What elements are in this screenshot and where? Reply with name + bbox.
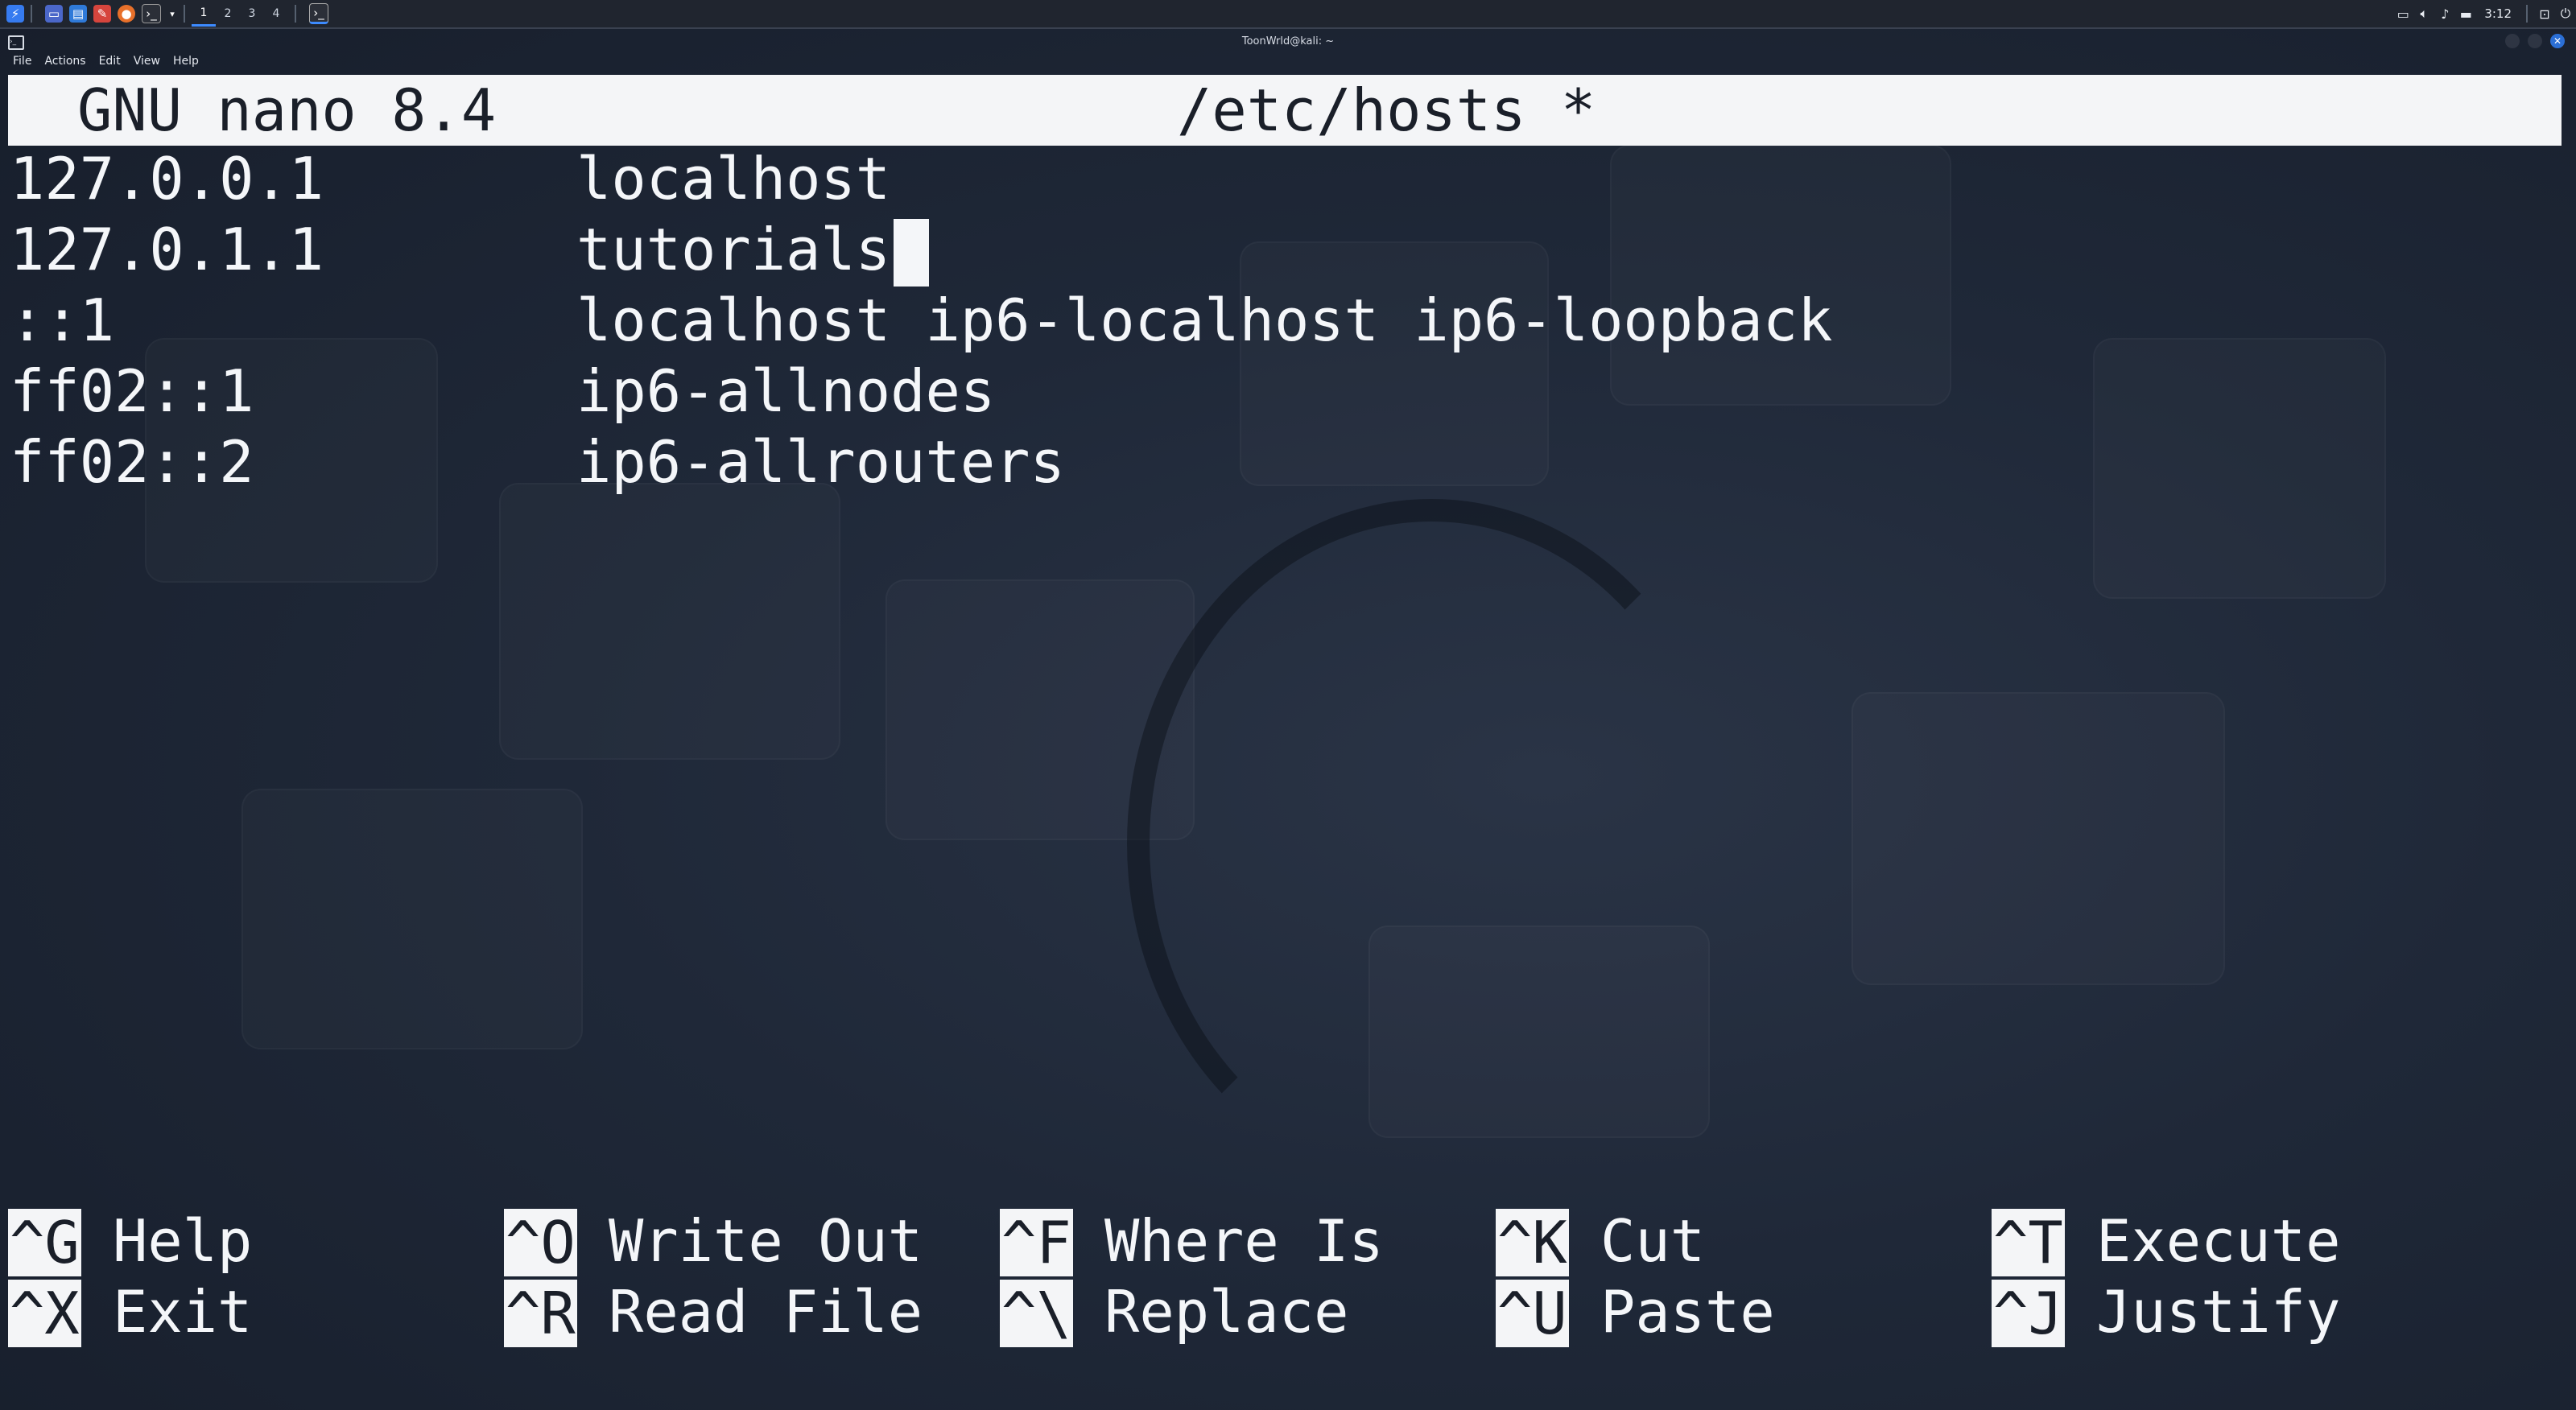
shortcut-label: Execute [2096,1207,2341,1275]
clock[interactable]: 3:12 [2484,6,2512,21]
terminal-window-icon: ›_ [8,35,24,50]
shortcut-key: ^O [504,1209,577,1276]
wallpaper-key [1852,692,2225,985]
panel-separator [2526,5,2528,23]
shortcut-label: Help [113,1207,253,1275]
power-icon[interactable]: ⏻︎ [2555,3,2576,24]
line-host: localhost ip6-localhost ip6-loopback [576,287,1833,354]
wallpaper-dragon-swirl [1127,499,1736,1188]
maximize-button[interactable] [2528,34,2542,48]
shortcut-key: ^G [8,1209,81,1276]
window-title: ToonWrld@kali: ~ [1241,35,1335,47]
menu-view[interactable]: View [134,55,160,68]
notification-bell-icon[interactable]: ♪ [2434,3,2455,24]
nano-version: GNU nano 8.4 [77,76,497,144]
shortcut-key: ^\ [1000,1280,1073,1347]
line-host: ip6-allrouters [576,428,1065,496]
shortcut-label: Replace [1104,1278,1349,1346]
close-icon[interactable]: ✕ [2550,34,2565,48]
firefox-icon[interactable]: ● [118,5,135,23]
volume-icon[interactable]: 🔈︎ [2413,3,2434,24]
taskbar-terminal-icon[interactable]: ›_ [309,3,328,24]
nano-file-title: /etc/hosts * [1177,76,1596,144]
shortcut-label: Paste [1600,1278,1775,1346]
shortcut-key: ^R [504,1280,577,1347]
shortcut-label: Exit [113,1278,253,1346]
workspace-3[interactable]: 3 [240,2,264,25]
menu-bar: File Actions Edit View Help [0,52,2576,71]
show-desktop-icon[interactable]: ▭ [45,5,63,23]
panel-separator [31,5,32,23]
window-titlebar[interactable]: ›_ ToonWrld@kali: ~ ✕ [0,29,2576,53]
menu-help[interactable]: Help [173,55,199,68]
text-cursor [894,219,929,287]
shortcut-label: Write Out [609,1207,923,1275]
line-ip: ::1 [10,287,115,354]
kali-dragon-icon[interactable]: ⚡ [6,5,24,23]
menu-file[interactable]: File [13,55,31,68]
terminal-icon[interactable]: ›_ [142,4,161,23]
line-ip: ff02::1 [10,357,254,425]
workspace-1[interactable]: 1 [192,2,216,27]
text-editor-icon[interactable]: ✎ [93,5,111,23]
wallpaper-key [1610,145,1951,406]
line-host: ip6-allnodes [576,357,996,425]
menu-edit[interactable]: Edit [99,55,121,68]
wallpaper-key [2093,338,2386,599]
shortcut-key: ^T [1992,1209,2065,1276]
wallpaper-key [242,789,583,1049]
line-ip: 127.0.1.1 [10,216,324,283]
panel-separator [295,5,296,23]
shortcut-key: ^U [1496,1280,1569,1347]
file-line[interactable]: ff02::2 ip6-allrouters [10,427,1065,710]
menu-actions[interactable]: Actions [44,55,85,68]
top-panel: ⚡ ▭ ▤ ✎ ● ›_ ▾ 1 2 3 4 ›_ ▭ 🔈︎ ♪ ▬ 3:12 … [0,0,2576,29]
lock-icon[interactable]: ⊡ [2534,3,2555,24]
line-host: tutorials [576,216,891,283]
wallpaper-key [1240,241,1549,486]
panel-separator [184,5,185,23]
battery-icon[interactable]: ▬ [2455,3,2476,24]
nano-title-bar: GNU nano 8.4 /etc/hosts * [8,75,2562,146]
line-ip: ff02::2 [10,428,254,496]
shortcut-label: Justify [2096,1278,2341,1346]
wallpaper-key [499,483,840,760]
desktop: ⚡ ▭ ▤ ✎ ● ›_ ▾ 1 2 3 4 ›_ ▭ 🔈︎ ♪ ▬ 3:12 … [0,0,2576,1410]
workspace-2[interactable]: 2 [216,2,240,25]
file-manager-icon[interactable]: ▤ [69,5,87,23]
shortcut-label: Read File [609,1278,923,1346]
shortcut-label: Where Is [1104,1207,1384,1275]
shortcut-key: ^X [8,1280,81,1347]
line-host: localhost [576,145,891,212]
system-tray: ▭ 🔈︎ ♪ ▬ 3:12 ⊡ ⏻︎ [2392,0,2576,27]
workspace-4[interactable]: 4 [264,2,288,25]
minimize-button[interactable] [2505,34,2520,48]
shortcut-key: ^K [1496,1209,1569,1276]
shortcut-label: Cut [1600,1207,1706,1275]
display-icon[interactable]: ▭ [2392,3,2413,24]
shortcut-key: ^J [1992,1280,2065,1347]
line-ip: 127.0.0.1 [10,145,324,212]
chevron-down-icon[interactable]: ▾ [167,5,177,23]
shortcut-key: ^F [1000,1209,1073,1276]
